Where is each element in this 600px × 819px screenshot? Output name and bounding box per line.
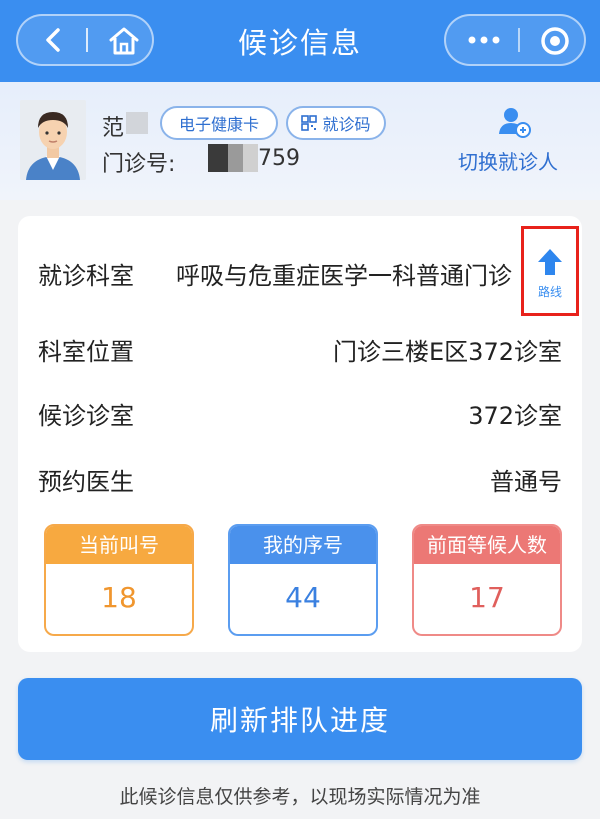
visit-code-label: 就诊码: [322, 115, 371, 134]
my-number-label: 我的序号: [230, 526, 376, 564]
qr-code-icon: [301, 115, 318, 131]
dept-value: 呼吸与危重症医学一科普通门诊: [176, 262, 512, 290]
my-number-box: 我的序号 44: [228, 524, 378, 636]
refresh-queue-button[interactable]: 刷新排队进度: [18, 678, 582, 760]
outpatient-no-value: 759: [258, 146, 300, 171]
menu-pill: [444, 14, 586, 66]
name-mask: [126, 112, 148, 134]
doctor-avatar-icon: [20, 100, 86, 180]
avatar: [20, 100, 86, 180]
route-button[interactable]: 路线: [521, 226, 579, 316]
route-label: 路线: [537, 285, 562, 299]
switch-user-icon[interactable]: [496, 104, 532, 140]
arrow-up-icon: [538, 249, 562, 275]
patient-name: 范: [102, 116, 125, 141]
current-number-box: 当前叫号 18: [44, 524, 194, 636]
location-value: 门诊三楼E区372诊室: [333, 338, 562, 366]
visit-code-button[interactable]: 就诊码: [286, 106, 386, 140]
outpatient-no-mask: [208, 144, 258, 172]
patient-info-bar: 范 电子健康卡 就诊码 门诊号: 759 切换就诊人: [0, 82, 600, 200]
top-nav-bar: 候诊信息: [0, 0, 600, 82]
outpatient-no-label: 门诊号:: [102, 152, 176, 177]
disclaimer-note: 此候诊信息仅供参考，以现场实际情况为准: [119, 786, 481, 808]
doctor-value: 普通号: [490, 468, 562, 496]
visit-details-card: 就诊科室 呼吸与危重症医学一科普通门诊 路线 科室位置 门诊三楼E区372诊室 …: [18, 216, 582, 652]
room-value: 372诊室: [468, 402, 562, 430]
location-label: 科室位置: [38, 338, 134, 366]
current-number-label: 当前叫号: [46, 526, 192, 564]
current-number-value: 18: [101, 581, 137, 614]
health-card-button[interactable]: 电子健康卡: [160, 106, 278, 140]
more-dots-icon[interactable]: [464, 26, 504, 54]
room-label: 候诊诊室: [38, 402, 134, 430]
waiting-count-value: 17: [469, 581, 505, 614]
switch-patient-button[interactable]: 切换就诊人: [458, 146, 558, 175]
doctor-label: 预约医生: [38, 468, 134, 496]
target-circle-icon[interactable]: [538, 24, 572, 58]
dept-label: 就诊科室: [38, 262, 134, 290]
menu-divider: [518, 28, 520, 52]
waiting-count-box: 前面等候人数 17: [412, 524, 562, 636]
waiting-count-label: 前面等候人数: [414, 526, 560, 564]
my-number-value: 44: [285, 581, 321, 614]
